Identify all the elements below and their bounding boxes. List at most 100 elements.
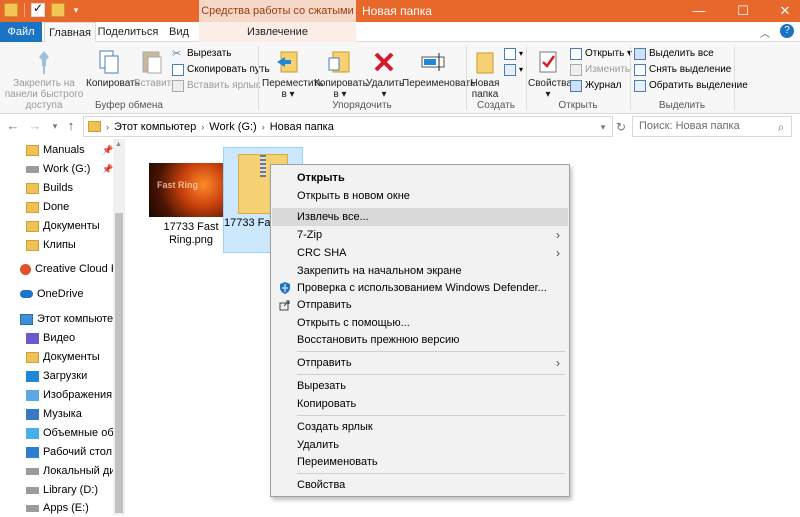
nav-item-this-pc[interactable]: Этот компьютер: [20, 310, 119, 328]
copy-path-button[interactable]: Скопировать путь: [172, 62, 270, 77]
menu-item-share[interactable]: Отправить: [272, 296, 568, 314]
menu-item-copy[interactable]: Копировать: [272, 395, 568, 413]
nav-item-pc-documents[interactable]: Документы: [26, 348, 100, 366]
nav-item-desktop[interactable]: Рабочий стол: [26, 443, 112, 461]
navigation-scrollbar[interactable]: ▲: [113, 139, 125, 515]
desktop-folder-icon: [26, 446, 39, 458]
nav-item-label: Документы: [43, 351, 100, 363]
tab-view[interactable]: Вид: [160, 22, 198, 42]
scissors-icon: ✂: [172, 47, 182, 60]
breadcrumb-folder[interactable]: Новая папка: [270, 121, 334, 133]
nav-item-manuals[interactable]: Manuals: [26, 141, 85, 159]
nav-item-music[interactable]: Музыка: [26, 405, 82, 423]
properties-button[interactable]: Свойства ▾: [528, 48, 572, 100]
tab-extract[interactable]: Извлечение: [199, 22, 356, 42]
menu-item-create-shortcut[interactable]: Создать ярлык: [272, 418, 568, 436]
up-button[interactable]: ↑: [62, 117, 80, 135]
copy-button[interactable]: Копировать: [86, 48, 140, 89]
cut-button[interactable]: ✂ Вырезать: [172, 46, 231, 61]
nav-item-clips[interactable]: Клипы: [26, 236, 76, 254]
menu-item-open[interactable]: Открыть: [272, 169, 568, 187]
nav-item-downloads[interactable]: Загрузки: [26, 367, 87, 385]
nav-item-work-drive[interactable]: Work (G:): [26, 160, 90, 178]
nav-item-builds[interactable]: Builds: [26, 179, 73, 197]
chevron-down-icon[interactable]: ▾: [71, 5, 81, 16]
maximize-button[interactable]: ☐: [728, 0, 758, 22]
select-all-label: Выделить все: [649, 48, 714, 59]
nav-item-library-drive[interactable]: Library (D:): [26, 481, 98, 499]
chevron-right-icon: ›: [261, 121, 265, 132]
delete-button[interactable]: Удалить ▾: [366, 48, 404, 100]
nav-item-done[interactable]: Done: [26, 198, 69, 216]
nav-item-local-disk[interactable]: Локальный диск: [26, 462, 126, 480]
nav-item-video[interactable]: Видео: [26, 329, 75, 347]
select-all-button[interactable]: Выделить все: [634, 46, 714, 61]
scroll-up-icon[interactable]: ▲: [115, 141, 122, 148]
select-none-label: Снять выделение: [649, 64, 732, 75]
paste-shortcut-button[interactable]: Вставить ярлык: [172, 78, 260, 93]
menu-item-cut[interactable]: Вырезать: [272, 377, 568, 395]
nav-item-label: OneDrive: [37, 288, 84, 300]
breadcrumb-drive[interactable]: Work (G:): [209, 121, 256, 133]
menu-item-properties[interactable]: Свойства: [272, 476, 568, 494]
menu-item-rename[interactable]: Переименовать: [272, 453, 568, 471]
tab-file[interactable]: Файл: [0, 22, 42, 42]
copy-to-button[interactable]: Копировать в ▾: [314, 48, 368, 100]
tab-share[interactable]: Поделиться: [96, 22, 160, 42]
nav-item-onedrive[interactable]: OneDrive: [20, 285, 83, 303]
paste-button[interactable]: Вставить: [134, 48, 176, 89]
menu-item-send-to[interactable]: Отправить ›: [272, 354, 568, 372]
nav-item-documents[interactable]: Документы: [26, 217, 100, 235]
new-folder-icon[interactable]: [51, 3, 65, 17]
chevron-up-icon[interactable]: ︿: [760, 25, 770, 40]
nav-item-apps-drive[interactable]: Apps (E:): [26, 499, 89, 517]
nav-item-pictures[interactable]: Изображения: [26, 386, 112, 404]
search-icon: ⌕: [777, 120, 785, 134]
nav-item-3d-objects[interactable]: Объемные объе: [26, 424, 126, 442]
address-bar[interactable]: › Этот компьютер › Work (G:) › Новая пап…: [83, 116, 613, 137]
select-group-label: Выделить: [658, 100, 706, 111]
new-folder-button[interactable]: Новая папка: [468, 48, 502, 100]
open-button[interactable]: Открыть ▾: [570, 46, 632, 61]
menu-item-extract-all[interactable]: Извлечь все...: [272, 208, 568, 226]
drive-icon: [26, 486, 39, 494]
menu-item-restore-previous[interactable]: Восстановить прежнюю версию: [272, 331, 568, 349]
address-dropdown-button[interactable]: ▾: [594, 118, 612, 136]
rename-button[interactable]: Переименовать: [402, 48, 475, 89]
menu-item-crc-sha[interactable]: CRC SHA ›: [272, 244, 568, 262]
pin-icon: 📌: [102, 145, 114, 155]
invert-selection-button[interactable]: Обратить выделение: [634, 78, 748, 93]
nav-item-label: Рабочий стол: [43, 446, 113, 458]
scrollbar-thumb[interactable]: [115, 213, 123, 513]
nav-item-label: Work (G:): [43, 163, 91, 175]
help-icon[interactable]: ?: [780, 24, 794, 38]
select-none-button[interactable]: Снять выделение: [634, 62, 731, 77]
chevron-right-icon: ›: [106, 121, 109, 132]
breadcrumb-this-pc[interactable]: Этот компьютер: [114, 121, 196, 133]
easy-access-button[interactable]: ▾: [504, 62, 523, 77]
tab-home[interactable]: Главная: [44, 22, 96, 42]
folder-icon: [26, 144, 39, 156]
search-input[interactable]: Поиск: Новая папка: [632, 116, 792, 137]
menu-item-defender-scan[interactable]: Проверка с использованием Windows Defend…: [272, 279, 568, 297]
menu-item-pin-start[interactable]: Закрепить на начальном экране: [272, 262, 568, 280]
select-all-icon: [634, 47, 646, 60]
forward-button[interactable]: →: [26, 117, 44, 135]
minimize-button[interactable]: —: [684, 0, 714, 22]
edit-button[interactable]: Изменить: [570, 62, 630, 77]
history-button[interactable]: Журнал: [570, 78, 622, 93]
menu-item-open-with[interactable]: Открыть с помощью...: [272, 314, 568, 332]
properties-check-icon[interactable]: [31, 1, 45, 17]
close-button[interactable]: ✕: [770, 0, 800, 22]
new-item-button[interactable]: ▾: [504, 46, 523, 61]
menu-item-open-new-window[interactable]: Открыть в новом окне: [272, 187, 568, 205]
menu-item-7zip[interactable]: 7-Zip ›: [272, 226, 568, 244]
invert-selection-icon: [634, 79, 646, 92]
back-button[interactable]: ←: [4, 117, 22, 135]
refresh-icon[interactable]: ↻: [612, 118, 630, 136]
windows-defender-icon: [279, 282, 291, 294]
menu-item-delete[interactable]: Удалить: [272, 436, 568, 454]
folder-icon: [88, 121, 101, 132]
open-group-label: Открыть: [558, 100, 598, 111]
move-to-button[interactable]: Переместить в ▾: [262, 48, 323, 100]
